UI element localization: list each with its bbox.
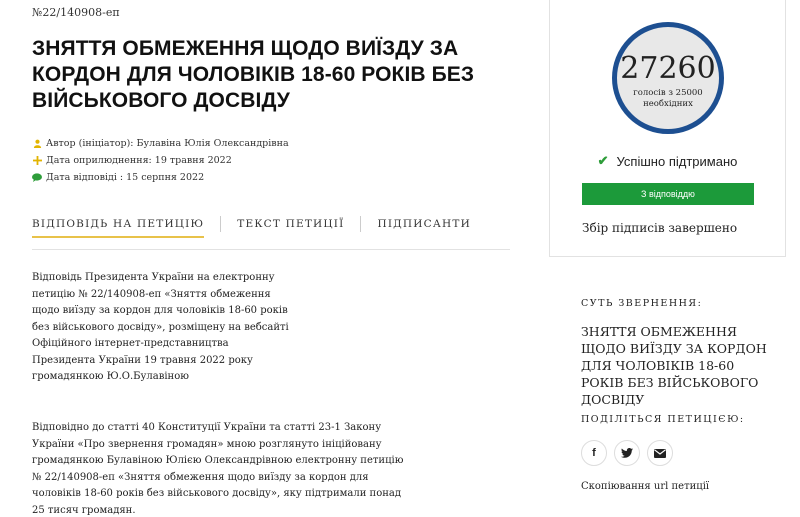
tab-petition-text[interactable]: ТЕКСТ ПЕТИЦІЇ: [237, 212, 344, 236]
response-paragraph-2: Відповідно до статті 40 Конституції Укра…: [32, 422, 404, 516]
tab-divider: [360, 216, 362, 232]
essence-text: ЗНЯТТЯ ОБМЕЖЕННЯ ЩОДО ВИЇЗДУ ЗА КОРДОН Д…: [581, 324, 767, 407]
support-status: ✔ Успішно підтримано: [550, 153, 785, 169]
vote-counter-circle: 27260 голосів з 25000 необхідних: [612, 22, 724, 134]
tab-response[interactable]: ВІДПОВІДЬ НА ПЕТИЦІЮ: [32, 212, 205, 238]
vote-count: 27260: [620, 51, 716, 86]
check-icon: ✔: [597, 153, 609, 168]
collection-status: Збір підписів завершено: [582, 221, 738, 235]
votes-card: 27260 голосів з 25000 необхідних ✔ Успіш…: [549, 0, 786, 257]
author-text: Автор (ініціатор): Булавіна Юлія Олексан…: [46, 138, 289, 149]
email-icon[interactable]: [647, 440, 673, 466]
person-icon: [32, 139, 42, 149]
petition-number: №22/140908-еп: [32, 6, 120, 19]
copy-url-link[interactable]: Скопіювання url петиції: [581, 481, 709, 492]
page-title: ЗНЯТТЯ ОБМЕЖЕННЯ ЩОДО ВИЇЗДУ ЗА КОРДОН Д…: [32, 37, 475, 112]
share-buttons: f: [581, 440, 680, 466]
facebook-icon[interactable]: f: [581, 440, 607, 466]
tab-signers[interactable]: ПІДПИСАНТИ: [377, 212, 470, 236]
answered-date: Дата відповіді : 15 серпня 2022: [46, 172, 205, 183]
petition-tabs: ВІДПОВІДЬ НА ПЕТИЦІЮ ТЕКСТ ПЕТИЦІЇ ПІДПИ…: [32, 212, 510, 250]
response-paragraph-1: Відповідь Президента України на електрон…: [32, 272, 289, 382]
answered-meta: Дата відповіді : 15 серпня 2022: [32, 172, 204, 183]
published-date: Дата оприлюднення: 19 травня 2022: [46, 155, 232, 166]
published-meta: Дата оприлюднення: 19 травня 2022: [32, 155, 232, 166]
author-meta: Автор (ініціатор): Булавіна Юлія Олексан…: [32, 138, 289, 149]
tab-divider: [220, 216, 222, 232]
answered-badge: З відповіддю: [582, 183, 754, 205]
vote-count-subtitle: голосів з 25000 необхідних: [633, 88, 703, 109]
essence-label: СУТЬ ЗВЕРНЕННЯ:: [581, 298, 703, 309]
plus-icon: [32, 156, 42, 166]
twitter-icon[interactable]: [614, 440, 640, 466]
chat-icon: [32, 173, 42, 183]
support-status-text: Успішно підтримано: [616, 153, 738, 169]
share-label: ПОДІЛІТЬСЯ ПЕТИЦІЄЮ:: [581, 414, 745, 425]
